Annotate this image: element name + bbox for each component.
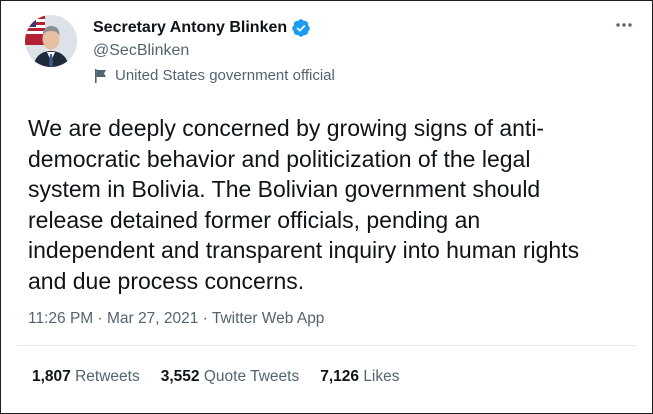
meta-separator: · [97,310,103,327]
likes-stat[interactable]: 7,126 Likes [320,368,399,386]
author-display-name[interactable]: Secretary Antony Blinken [93,18,311,38]
author-name-text[interactable]: Secretary Antony Blinken [93,19,287,37]
tweet-stats: 1,807 Retweets 3,552 Quote Tweets 7,126 … [32,368,400,386]
tweet-source-link[interactable]: Twitter Web App [212,310,325,327]
quote-tweets-count: 3,552 [160,368,200,385]
quote-tweets-stat[interactable]: 3,552 Quote Tweets [161,368,299,386]
meta-separator: · [202,310,208,327]
divider [17,345,636,346]
government-official-label: United States government official [93,67,335,84]
tweet-card: Secretary Antony Blinken @SecBlinken Uni… [0,0,653,414]
likes-count: 7,126 [320,368,359,385]
avatar[interactable] [25,15,77,67]
tweet-time: 11:26 PM [28,310,94,327]
tweet-time-link[interactable]: 11:26 PM · Mar 27, 2021 [28,310,198,327]
author-handle[interactable]: @SecBlinken [93,42,189,60]
government-label-text: United States government official [115,67,335,84]
verified-badge-icon [291,18,311,38]
tweet-text: We are deeply concerned by growing signs… [28,115,580,294]
avatar-image [25,15,77,67]
retweets-stat[interactable]: 1,807 Retweets [32,368,140,386]
more-options-icon[interactable] [612,13,636,37]
tweet-date: Mar 27, 2021 [107,310,199,327]
flag-icon [93,68,109,84]
retweets-count: 1,807 [32,368,71,385]
retweets-label: Retweets [75,368,140,385]
tweet-meta: 11:26 PM · Mar 27, 2021 · Twitter Web Ap… [28,310,324,328]
likes-label: Likes [363,368,400,385]
quote-tweets-label: Quote Tweets [203,368,300,385]
